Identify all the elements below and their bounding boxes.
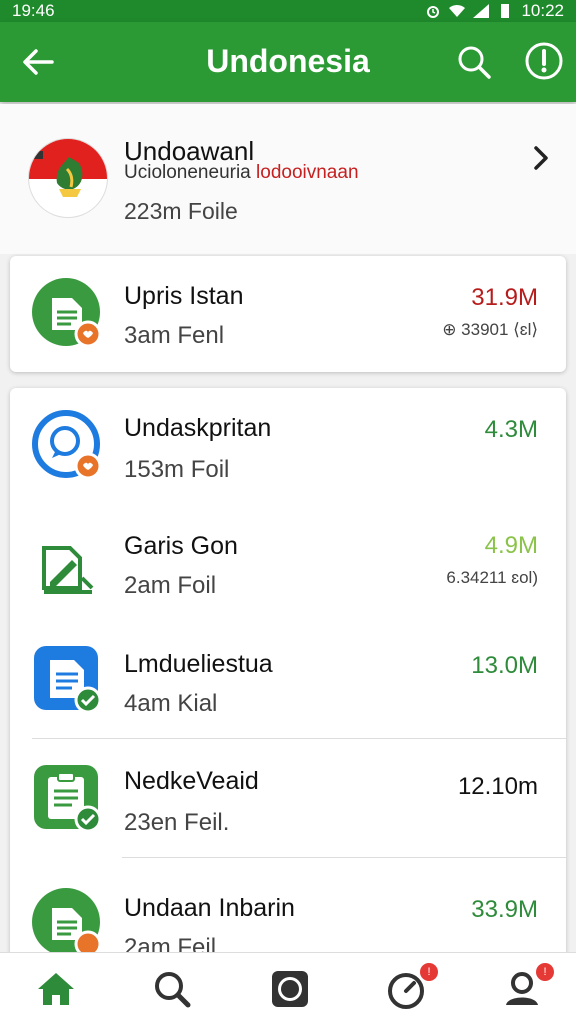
featured-card[interactable]: Upris Istan 3am Fenl 31.9M ⊕ 33901 ⟨ɛl⟩ xyxy=(10,256,566,372)
item-name: NedkeVeaid xyxy=(124,767,259,795)
item-size: 33.9M xyxy=(471,896,538,923)
list-item[interactable]: Lmdueliestua 4am Kial 13.0M xyxy=(10,626,566,738)
item-size: 12.10m xyxy=(457,773,538,800)
timer-badge: ! xyxy=(420,963,438,981)
signal-icon xyxy=(473,4,490,18)
list-item[interactable]: Garis Gon 2am Foil 4.9M 6.34211 ɛol) xyxy=(10,508,566,626)
item-meta: 23en Feil. xyxy=(124,809,230,836)
profile-nav-item[interactable]: ! xyxy=(500,963,554,1013)
green-edit-document-icon xyxy=(42,546,94,594)
app-bar: Undonesia xyxy=(0,22,576,102)
green-clipboard-icon xyxy=(34,765,102,833)
timer-nav-item[interactable]: ! xyxy=(382,963,438,1013)
bottom-nav: ! ! xyxy=(0,952,576,1024)
status-bar: 19:46 10:22 xyxy=(0,0,576,22)
info-icon[interactable] xyxy=(523,40,565,82)
green-document-icon xyxy=(32,278,102,348)
header-subtitle-main: Ucioloneneuria xyxy=(124,162,251,183)
stop-square-icon[interactable] xyxy=(266,965,314,1013)
blue-chat-icon xyxy=(32,410,102,480)
item-name: Undaskpritan xyxy=(124,414,272,442)
list-item[interactable]: Undaskpritan 153m Foil 4.3M xyxy=(10,388,566,508)
header-subtitle-highlight: lodooivnaan xyxy=(256,162,359,183)
status-time: 19:46 xyxy=(12,1,55,20)
search-icon[interactable] xyxy=(454,42,494,82)
indonesia-flag-icon xyxy=(28,138,108,218)
alarm-icon xyxy=(427,6,440,18)
country-header-item[interactable]: Undoawanl Ucioloneneuria lodooivnaan 223… xyxy=(0,104,576,254)
item-name: Garis Gon xyxy=(124,532,238,560)
item-size: 4.3M xyxy=(484,416,538,443)
item-meta: 3am Fenl xyxy=(124,322,225,349)
item-size: 13.0M xyxy=(471,652,538,679)
profile-badge: ! xyxy=(536,963,554,981)
wifi-icon xyxy=(449,4,466,18)
status-right-text: 10:22 xyxy=(521,1,564,20)
list-item[interactable]: Upris Istan 3am Fenl 31.9M ⊕ 33901 ⟨ɛl⟩ xyxy=(10,256,566,372)
arrow-back-icon[interactable] xyxy=(18,42,58,82)
header-subtitle: Ucioloneneuria lodooivnaan xyxy=(124,162,359,184)
blue-file-icon xyxy=(34,646,102,714)
item-size: 31.9M xyxy=(471,284,538,311)
status-icons: 10:22 xyxy=(425,1,564,21)
list-item[interactable]: NedkeVeaid 23en Feil. 12.10m xyxy=(10,739,566,857)
chevron-right-icon[interactable] xyxy=(528,142,556,174)
item-name: Lmdueliestua xyxy=(124,650,273,678)
item-size: 4.9M xyxy=(484,532,538,559)
header-meta: 223m Foile xyxy=(124,198,238,224)
item-name: Upris Istan xyxy=(124,282,244,310)
search-icon[interactable] xyxy=(148,965,196,1013)
item-name: Undaan Inbarin xyxy=(124,894,295,922)
item-extra: 6.34211 ɛol) xyxy=(446,568,538,587)
item-meta: 4am Kial xyxy=(124,690,218,717)
home-icon[interactable] xyxy=(32,965,80,1013)
file-list-card: Undaskpritan 153m Foil 4.3M Garis Gon 2a… xyxy=(10,388,566,968)
green-document-icon xyxy=(32,888,102,958)
item-extra: ⊕ 33901 ⟨ɛl⟩ xyxy=(442,320,538,339)
item-meta: 2am Foil xyxy=(124,572,217,599)
battery-icon xyxy=(501,4,510,18)
item-meta: 153m Foil xyxy=(124,456,230,483)
